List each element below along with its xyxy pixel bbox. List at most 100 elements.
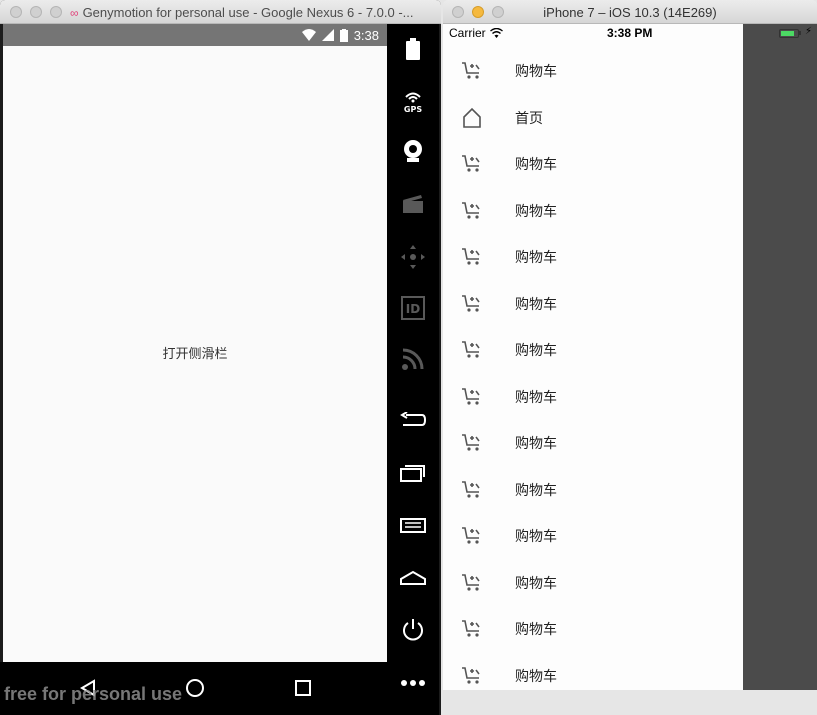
android-clock: 3:38 (353, 27, 379, 43)
menu-item[interactable]: 购物车 (443, 420, 743, 467)
battery-level (781, 31, 794, 36)
menu-item[interactable]: 购物车 (443, 327, 743, 374)
cart-icon (461, 525, 483, 547)
menu-item[interactable]: 购物车 (443, 141, 743, 188)
side-menu-panel: 购物车 首页 购物车 购物车 购物车 购物车 购物车 购物车 购物车 购物车 购物车 购物车 购物车 购物… (443, 24, 743, 690)
carrier-label: Carrier (449, 26, 486, 40)
menu-item[interactable]: 购物车 (443, 374, 743, 421)
cart-icon (461, 665, 483, 687)
genymotion-toolbar: GPS ID (387, 24, 439, 715)
more-widget-button[interactable] (398, 668, 428, 698)
nav-home-button[interactable] (183, 676, 207, 700)
device-id-widget-button[interactable]: ID (398, 293, 428, 323)
menu-item[interactable]: 购物车 (443, 560, 743, 607)
menu-item-label: 购物车 (515, 156, 557, 173)
square-recents-icon (295, 680, 311, 696)
menu-widget-button[interactable] (398, 510, 428, 540)
recent-apps-icon (400, 465, 425, 482)
cart-icon (461, 60, 483, 82)
cart-icon (461, 293, 483, 315)
circle-home-icon (186, 679, 204, 697)
side-menu-list: 购物车 首页 购物车 购物车 购物车 购物车 购物车 购物车 购物车 购物车 购物车 购物车 购物车 购物… (443, 48, 743, 699)
ios-simulator-window: iPhone 7 – iOS 10.3 (14E269) 购物车 首页 购物车 购物车… (443, 0, 817, 715)
screencast-widget-button[interactable] (398, 189, 428, 219)
webcam-icon (404, 140, 422, 162)
screencast-icon (403, 195, 423, 213)
device-id-icon: ID (401, 296, 425, 320)
simulator-titlebar: iPhone 7 – iOS 10.3 (14E269) (443, 0, 817, 24)
menu-item-label: 首页 (515, 109, 543, 126)
menu-item-label: 购物车 (515, 435, 557, 452)
dpad-widget-button[interactable] (398, 242, 428, 272)
cart-icon (461, 572, 483, 594)
back-widget-button[interactable] (398, 405, 428, 435)
zoom-window-button[interactable] (50, 6, 62, 18)
back-icon (400, 412, 426, 426)
battery-icon (406, 38, 420, 60)
home-icon (400, 570, 426, 585)
open-drawer-button[interactable]: 打开侧滑栏 (133, 342, 257, 366)
simulator-window-title: iPhone 7 – iOS 10.3 (14E269) (543, 5, 717, 20)
menu-item-label: 购物车 (515, 667, 557, 684)
menu-item-label: 购物车 (515, 202, 557, 219)
battery-tip (799, 31, 801, 35)
ios-clock: 3:38 PM (607, 26, 653, 40)
menu-item[interactable]: 购物车 (443, 48, 743, 95)
menu-item[interactable]: 购物车 (443, 234, 743, 281)
webcam-widget-button[interactable] (398, 136, 428, 166)
home-widget-button[interactable] (398, 563, 428, 593)
menu-item-label: 购物车 (515, 63, 557, 80)
close-window-button[interactable] (10, 6, 22, 18)
menu-item[interactable]: 购物车 (443, 606, 743, 653)
cart-icon (461, 432, 483, 454)
menu-item-label: 购物车 (515, 481, 557, 498)
personal-use-watermark: free for personal use (4, 684, 183, 704)
menu-item[interactable]: 首页 (443, 95, 743, 142)
ios-battery-icon (779, 29, 799, 38)
cart-icon (461, 386, 483, 408)
menu-icon (400, 518, 426, 533)
menu-item-label: 购物车 (515, 295, 557, 312)
android-status-bar: 3:38 (3, 24, 387, 46)
android-screen: 3:38 打开侧滑栏 (3, 24, 387, 662)
recent-apps-widget-button[interactable] (398, 458, 428, 488)
home-icon (461, 107, 483, 129)
battery-status-icon (339, 28, 348, 42)
genymotion-window: ∞ Genymotion for personal use - Google N… (0, 0, 441, 715)
menu-item-label: 购物车 (515, 528, 557, 545)
menu-item-label: 购物车 (515, 388, 557, 405)
wifi-icon (489, 28, 503, 38)
genymotion-logo-icon: ∞ (70, 5, 79, 20)
dpad-icon (401, 245, 425, 269)
menu-item[interactable]: 购物车 (443, 281, 743, 328)
carrier-indicator: Carrier (449, 26, 503, 40)
genymotion-titlebar: ∞ Genymotion for personal use - Google N… (0, 0, 441, 24)
nav-recents-button[interactable] (291, 676, 315, 700)
charging-bolt-icon: ⚡ (805, 26, 813, 37)
menu-item-label: 购物车 (515, 342, 557, 359)
wifi-icon (301, 29, 316, 41)
network-icon (402, 348, 424, 370)
simulator-bottom-bezel (443, 690, 817, 715)
power-widget-button[interactable] (398, 615, 428, 645)
ios-status-bar: Carrier 3:38 PM ⚡ (443, 24, 817, 44)
menu-item-label: 购物车 (515, 621, 557, 638)
cart-icon (461, 479, 483, 501)
minimize-window-button[interactable] (30, 6, 42, 18)
power-icon (403, 619, 423, 641)
menu-item-label: 购物车 (515, 249, 557, 266)
menu-item-label: 购物车 (515, 574, 557, 591)
battery-widget-button[interactable] (398, 34, 428, 64)
cart-icon (461, 200, 483, 222)
window-title-text: Genymotion for personal use - Google Nex… (82, 5, 414, 20)
cart-icon (461, 618, 483, 640)
menu-item[interactable]: 购物车 (443, 513, 743, 560)
svg-text:GPS: GPS (404, 105, 422, 113)
menu-item[interactable]: 购物车 (443, 188, 743, 235)
cart-icon (461, 153, 483, 175)
network-widget-button[interactable] (398, 344, 428, 374)
genymotion-window-title: ∞ Genymotion for personal use - Google N… (70, 5, 414, 20)
menu-item[interactable]: 购物车 (443, 467, 743, 514)
gps-widget-button[interactable]: GPS (398, 86, 428, 116)
svg-text:ID: ID (406, 302, 420, 316)
